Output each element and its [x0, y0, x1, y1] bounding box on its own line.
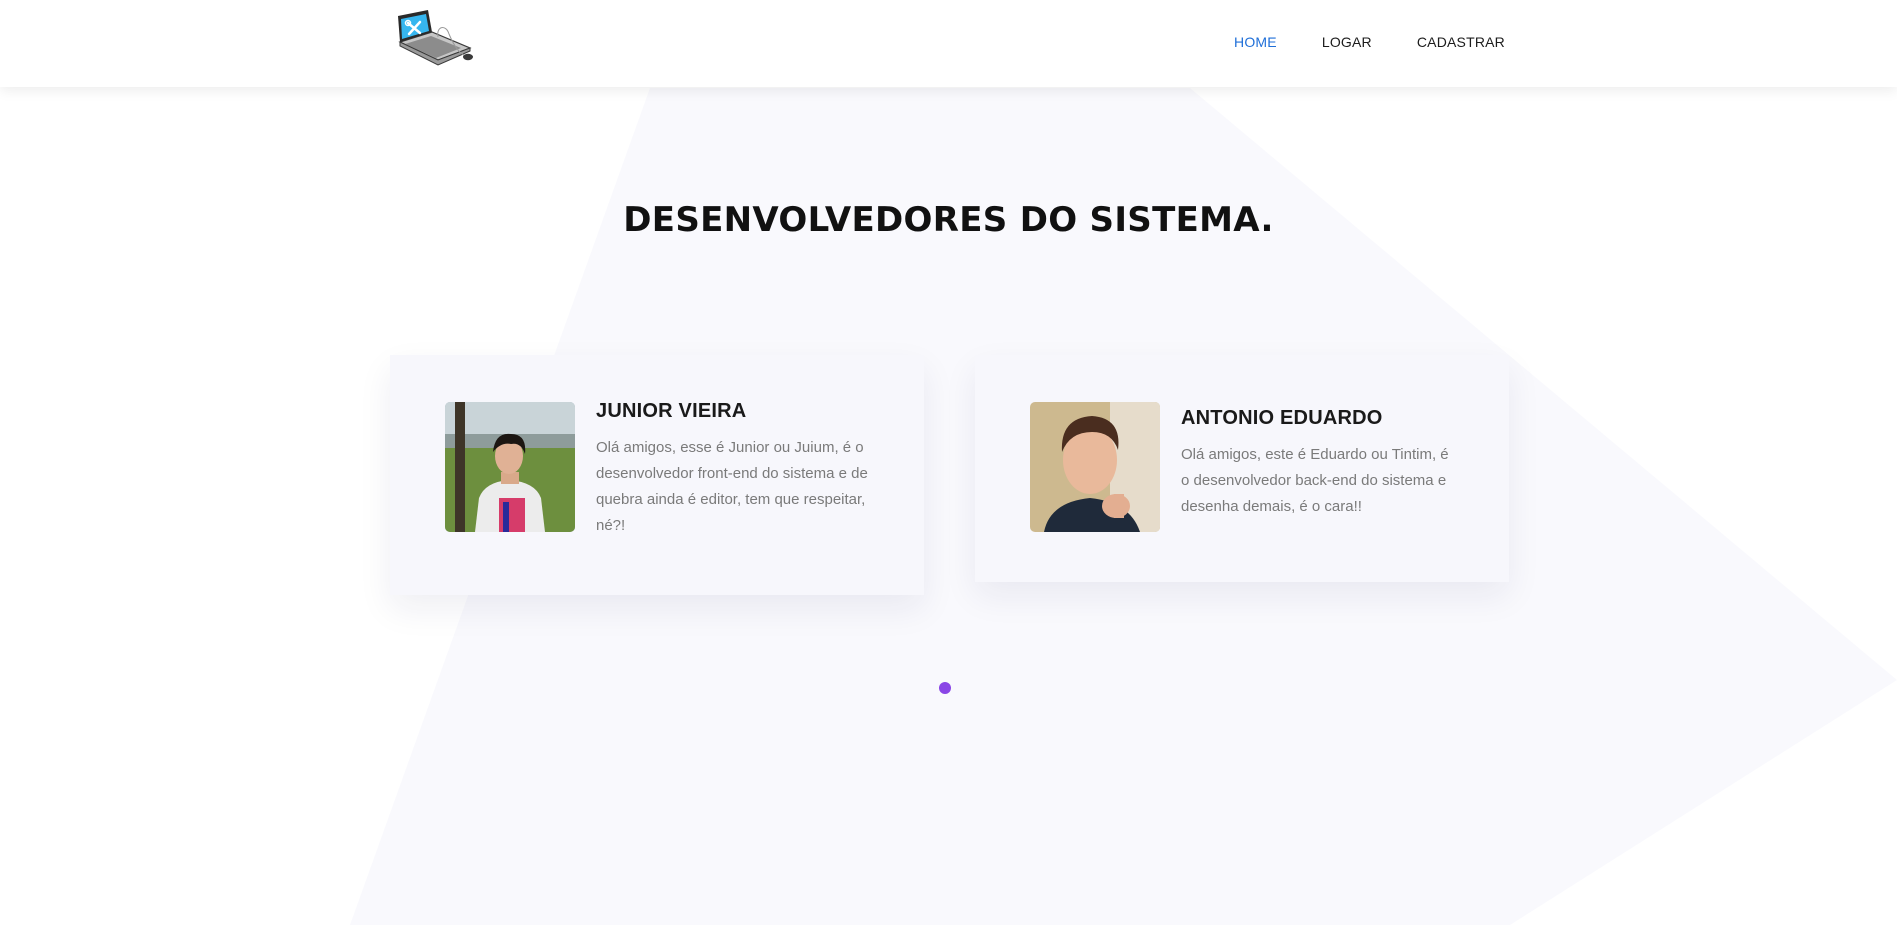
developer-photo	[445, 402, 575, 532]
carousel-dot-active[interactable]	[939, 682, 951, 694]
developer-name: ANTONIO EDUARDO	[1181, 407, 1383, 429]
developer-name: JUNIOR VIEIRA	[596, 400, 747, 422]
developer-photo	[1030, 402, 1160, 532]
developer-description: Olá amigos, este é Eduardo ou Tintim, é …	[1181, 446, 1449, 515]
developer-card-body: JUNIOR VIEIRA Olá amigos, esse é Junior …	[596, 400, 876, 539]
nav-home-link[interactable]: HOME	[1234, 34, 1277, 50]
nav-login-link[interactable]: LOGAR	[1322, 34, 1372, 50]
laptop-tools-logo-icon[interactable]	[396, 10, 474, 76]
background-triangle-shape	[350, 88, 1897, 925]
developer-card-body: ANTONIO EDUARDO Olá amigos, este é Eduar…	[1181, 407, 1461, 520]
developer-description: Olá amigos, esse é Junior ou Juium, é o …	[596, 439, 868, 534]
section-title: DESENVOLVEDORES DO SISTEMA.	[623, 200, 1274, 240]
developer-card: JUNIOR VIEIRA Olá amigos, esse é Junior …	[390, 355, 924, 595]
site-header: HOME LOGAR CADASTRAR	[0, 0, 1897, 87]
nav-register-link[interactable]: CADASTRAR	[1417, 34, 1505, 50]
page: HOME LOGAR CADASTRAR DESENVOLVEDORES DO …	[0, 0, 1897, 925]
developer-card: ANTONIO EDUARDO Olá amigos, este é Eduar…	[975, 355, 1509, 582]
main-nav: HOME LOGAR CADASTRAR	[1234, 0, 1505, 84]
